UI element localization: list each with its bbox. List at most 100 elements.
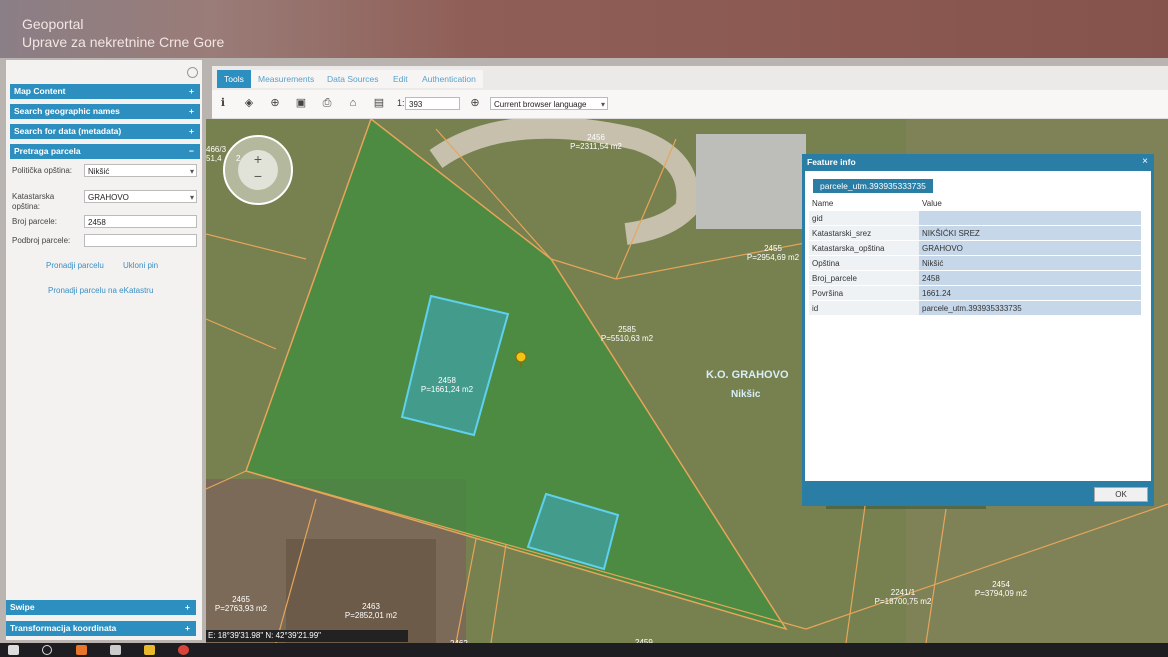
parcel-label: 2241/1 P=18700,75 m2 — [874, 588, 932, 606]
parcel-label: 2455 P=2954,69 m2 — [746, 244, 800, 262]
dialog-body: parcele_utm.393935333735 Name Value gid … — [805, 171, 1151, 481]
tab-tools[interactable]: Tools — [217, 70, 251, 88]
attr-name: Broj_parcele — [809, 270, 919, 286]
attr-name: Katastarski_srez — [809, 225, 919, 241]
section-search-metadata[interactable]: Search for data (metadata) + — [10, 124, 200, 139]
parcel-label: 2454 P=3794,09 m2 — [974, 580, 1028, 598]
dialog-title: Feature info — [807, 157, 856, 167]
attribute-table: Name Value gid Katastarski_srez NIKŠIĆKI … — [809, 196, 1141, 316]
home-icon[interactable]: ⌂ — [346, 96, 360, 110]
attr-name: Opština — [809, 255, 919, 271]
layers-icon[interactable]: ◈ — [242, 96, 256, 110]
podbroj-parcele-input[interactable] — [84, 234, 197, 247]
attr-value: GRAHOVO — [919, 240, 1141, 256]
scale-input[interactable]: 393 — [405, 97, 460, 110]
table-header-row: Name Value — [809, 196, 1141, 211]
table-row: Katastarski_srez NIKŠIĆKI SREZ — [809, 225, 1141, 241]
mail-icon[interactable] — [110, 645, 121, 655]
tab-bar: Tools Measurements Data Sources Edit Aut… — [212, 66, 1168, 90]
zoom-out-icon[interactable]: − — [254, 168, 262, 184]
map-building — [696, 134, 806, 229]
table-row: id parcele_utm.393935333735 — [809, 300, 1141, 316]
section-pretraga-parcela[interactable]: Pretraga parcela − — [10, 144, 200, 159]
column-header-value: Value — [919, 196, 1141, 211]
section-label: Pretraga parcela — [14, 146, 81, 156]
info-icon[interactable]: ℹ — [216, 96, 230, 110]
parcel-label: 2585 P=5510,63 m2 — [600, 325, 654, 343]
start-icon[interactable] — [8, 645, 19, 655]
katastarska-select[interactable]: GRAHOVO ▾ — [84, 190, 197, 203]
attr-value: parcele_utm.393935333735 — [919, 300, 1141, 316]
parcel-label: 2463 P=2852,01 m2 — [344, 602, 398, 620]
municipality-label: Nikšic — [731, 389, 761, 400]
opstina-value: Nikšić — [88, 167, 110, 176]
parcel-label: 2456 P=2311,54 m2 — [570, 133, 622, 151]
chevron-down-icon: ▾ — [600, 100, 605, 109]
ekatastar-link[interactable]: Pronadji parcelu na eKatastru — [48, 286, 153, 295]
attr-value — [919, 210, 1141, 226]
section-label: Swipe — [10, 602, 35, 612]
attr-value: NIKŠIĆKI SREZ — [919, 225, 1141, 241]
zoom-to-scale-icon[interactable]: ⊕ — [468, 96, 482, 110]
folder-icon[interactable] — [144, 645, 155, 655]
chrome-icon[interactable] — [178, 645, 189, 655]
parcel-label-partial: 51,4 — [206, 154, 222, 163]
attr-name: gid — [809, 210, 919, 226]
tab-measurements[interactable]: Measurements — [251, 70, 322, 88]
search-icon[interactable] — [42, 645, 52, 655]
parcel-label-selected: 2458 P=1661,24 m2 — [420, 376, 474, 394]
section-swipe[interactable]: Swipe + — [6, 600, 196, 615]
opstina-select[interactable]: Nikšić ▾ — [84, 164, 197, 177]
save-icon[interactable]: ▣ — [294, 96, 308, 110]
language-select[interactable]: Current browser language ▾ — [490, 97, 608, 110]
zoom-in-icon[interactable]: + — [254, 151, 262, 167]
broj-parcele-input[interactable]: 2458 — [84, 215, 197, 228]
attr-value: 1661.24 — [919, 285, 1141, 301]
table-row: Opština Nikšić — [809, 255, 1141, 271]
print-icon[interactable]: ⎙ — [320, 96, 334, 110]
layer-tab[interactable]: parcele_utm.393935333735 — [813, 179, 933, 193]
sidebar-settings-icon[interactable] — [187, 67, 198, 78]
opstina-label: Politička opština: — [12, 166, 73, 175]
tab-authentication[interactable]: Authentication — [415, 70, 483, 88]
tab-edit[interactable]: Edit — [386, 70, 415, 88]
expand-icon: + — [185, 602, 190, 612]
tab-data-sources[interactable]: Data Sources — [320, 70, 386, 88]
attr-name: Katastarska_opština — [809, 240, 919, 256]
section-label: Map Content — [14, 86, 66, 96]
app-subtitle: Uprave za nekretnine Crne Gore — [22, 34, 225, 50]
ok-button[interactable]: OK — [1094, 487, 1148, 502]
language-value: Current browser language — [494, 100, 587, 109]
feature-info-dialog: Feature info × parcele_utm.393935333735 … — [802, 154, 1154, 506]
expand-icon: + — [189, 126, 194, 136]
zoom-control[interactable]: + − — [223, 135, 293, 205]
katastarska-value: GRAHOVO — [88, 193, 129, 202]
table-row: Broj_parcele 2458 — [809, 270, 1141, 286]
table-row: Površina 1661.24 — [809, 285, 1141, 301]
section-transformacija[interactable]: Transformacija koordinata + — [6, 621, 196, 636]
remove-pin-link[interactable]: Ukloni pin — [123, 261, 158, 270]
section-search-geographic-names[interactable]: Search geographic names + — [10, 104, 200, 119]
zoom-icon[interactable]: ⊕ — [268, 96, 282, 110]
cadastral-municipality-label: K.O. GRAHOVO — [706, 369, 789, 381]
attr-value: Nikšić — [919, 255, 1141, 271]
parcel-label-partial: 2 — [236, 154, 241, 163]
close-icon[interactable]: × — [1142, 156, 1148, 167]
app-icon[interactable] — [76, 645, 87, 655]
podbroj-parcele-label: Podbroj parcele: — [12, 236, 71, 245]
attr-value: 2458 — [919, 270, 1141, 286]
scale-icon[interactable]: ▤ — [372, 96, 386, 110]
section-map-content[interactable]: Map Content + — [10, 84, 200, 99]
os-taskbar — [0, 643, 1168, 657]
sidebar: Map Content + Search geographic names + … — [6, 60, 202, 640]
scale-prefix: 1: — [397, 98, 405, 108]
section-label: Search geographic names — [14, 106, 120, 116]
parcel-label-partial: 466/3 — [206, 145, 227, 154]
find-parcel-link[interactable]: Pronadji parcelu — [46, 261, 104, 270]
attr-name: Površina — [809, 285, 919, 301]
expand-icon: + — [189, 86, 194, 96]
parcel-label: 2465 P=2763,93 m2 — [214, 595, 268, 613]
column-header-name: Name — [809, 196, 919, 211]
section-label: Transformacija koordinata — [10, 623, 117, 633]
app-title: Geoportal — [22, 16, 84, 32]
